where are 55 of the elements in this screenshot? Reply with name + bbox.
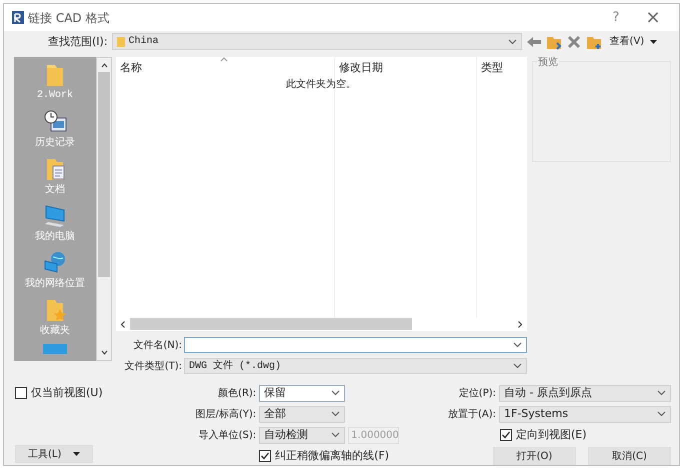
scrollbar[interactable] <box>96 56 112 360</box>
file-name-label: 文件名(N): <box>132 338 182 352</box>
dropdown[interactable]: 1F-Systems <box>499 406 671 422</box>
cancel-button[interactable]: 取消(C) <box>588 447 671 465</box>
checkbox-label: 定向到视图(E) <box>516 426 587 442</box>
tools-button[interactable]: 工具(L) <box>15 445 93 463</box>
checkbox[interactable] <box>500 428 512 441</box>
field-label: 放置于(A): <box>446 408 496 422</box>
field-label: 图层/标高(Y): <box>194 408 256 422</box>
clock-icon <box>42 108 68 134</box>
column-header[interactable]: 类型 <box>476 56 527 76</box>
preview-label: 预览 <box>537 54 559 70</box>
field-label: 颜色(R): <box>217 386 256 400</box>
scroll-left-icon[interactable] <box>121 320 125 328</box>
file-type-label: 文件类型(T): <box>124 360 182 374</box>
look-in-label: 查找范围(I): <box>48 34 108 50</box>
sort-caret-icon <box>220 56 228 62</box>
chevron-down-icon <box>508 38 517 45</box>
column-header[interactable]: 修改日期 <box>334 56 476 76</box>
checkbox-label: 纠正稍微偏离轴的线(F) <box>275 448 390 464</box>
horizontal-scrollbar[interactable] <box>116 318 527 330</box>
folder-icon <box>116 36 125 47</box>
dropdown[interactable]: 全部 <box>259 406 346 422</box>
look-in-dropdown[interactable]: China <box>112 33 522 50</box>
close-button[interactable]: × <box>635 4 671 31</box>
chevron-down-icon <box>331 432 340 438</box>
file-type-dropdown[interactable]: DWG 文件 (*.dwg) <box>184 358 527 374</box>
window-title: 链接 CAD 格式 <box>28 10 110 26</box>
chevron-down-icon <box>513 342 522 348</box>
app-logo-icon <box>12 11 24 24</box>
dropdown[interactable]: 自动 - 原点到原点 <box>499 384 671 402</box>
open-button[interactable]: 打开(O) <box>493 447 576 465</box>
dropdown[interactable]: 保留 <box>259 384 346 402</box>
help-button[interactable]: ? <box>601 8 631 28</box>
chevron-down-icon <box>331 390 340 396</box>
chevron-down-icon <box>657 411 666 417</box>
dropdown[interactable]: 自动检测 <box>259 426 346 444</box>
file-name-field[interactable] <box>184 337 527 353</box>
field-label: 定位(P): <box>458 386 496 400</box>
field-label: 导入单位(S): <box>198 428 256 442</box>
scroll-right-icon[interactable] <box>518 320 522 328</box>
view-menu-button[interactable]: 查看(V) <box>610 34 658 50</box>
chevron-down-icon <box>331 411 340 417</box>
checkbox-label: 仅当前视图(U) <box>31 384 103 400</box>
checkbox[interactable] <box>259 450 272 462</box>
delete-icon[interactable] <box>566 34 582 50</box>
column-header[interactable]: 名称 <box>116 56 334 76</box>
checkbox[interactable] <box>15 386 27 399</box>
network-computer-icon <box>42 250 68 276</box>
chevron-down-icon <box>657 390 666 396</box>
empty-folder-message: 此文件夹为空。 <box>286 78 356 92</box>
desktop-icon <box>42 344 68 354</box>
caret-down-icon <box>73 452 80 456</box>
chevron-down-icon <box>513 363 522 369</box>
caret-down-icon <box>650 40 658 44</box>
